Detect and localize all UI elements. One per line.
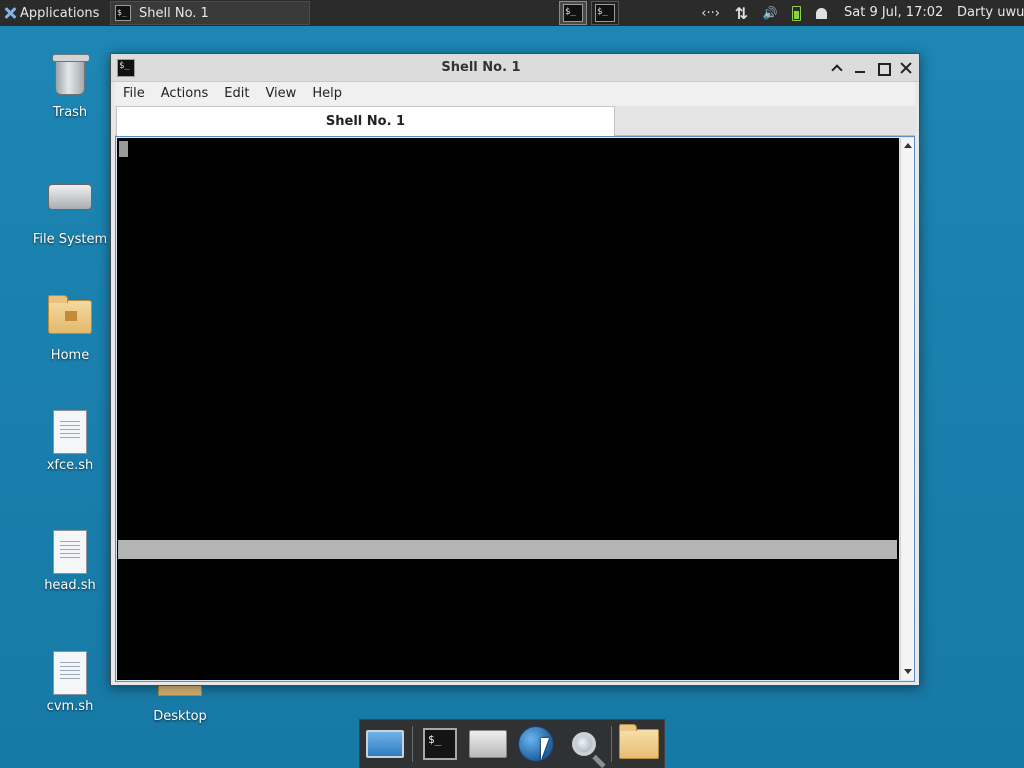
desktop-icon-label: Trash <box>52 105 88 120</box>
workspace-1[interactable]: $_ <box>559 1 587 25</box>
window-controls <box>830 54 913 82</box>
dock-terminal[interactable]: $_ <box>419 723 461 765</box>
network-icon[interactable]: ‹··› <box>701 6 720 21</box>
show-desktop-icon <box>366 730 404 758</box>
dock-folder[interactable] <box>618 723 660 765</box>
terminal-area <box>115 136 915 682</box>
search-icon <box>572 732 596 756</box>
desktop-icon-file-system[interactable]: File System <box>28 174 112 247</box>
volume-icon[interactable]: 🔊 <box>763 6 778 20</box>
text-cursor <box>119 141 128 157</box>
dock-search[interactable] <box>563 723 605 765</box>
taskbar-window-title: Shell No. 1 <box>139 5 209 21</box>
notification-bell-icon[interactable] <box>815 7 827 19</box>
vertical-scrollbar[interactable] <box>900 138 914 680</box>
terminal-window: $_ Shell No. 1 File Actions Edit View He… <box>110 53 920 686</box>
desktop-icon-head-sh[interactable]: head.sh <box>28 530 112 593</box>
applications-menu-button[interactable]: Applications <box>0 0 110 26</box>
transfer-icon[interactable]: ⇅ <box>735 4 748 23</box>
window-title: Shell No. 1 <box>441 60 521 75</box>
terminal-icon: $_ <box>595 4 615 22</box>
script-file-icon <box>53 651 87 695</box>
dock-separator <box>412 726 413 762</box>
dock-file-manager[interactable] <box>467 723 509 765</box>
tab-shell-1[interactable]: Shell No. 1 <box>116 106 615 136</box>
mouse-pointer-icon <box>541 738 549 760</box>
terminal-icon: $_ <box>563 4 583 22</box>
menu-file[interactable]: File <box>115 82 153 106</box>
desktop-icon-label: Home <box>50 348 90 363</box>
desktop-icon-xfce-sh[interactable]: xfce.sh <box>28 410 112 473</box>
taskbar-window-button[interactable]: $_ Shell No. 1 <box>110 1 310 25</box>
script-file-icon <box>53 530 87 574</box>
desktop-icon-home[interactable]: Home <box>28 294 112 363</box>
battery-icon[interactable] <box>792 5 802 21</box>
minimize-icon[interactable] <box>853 61 867 75</box>
dock-separator <box>611 726 612 762</box>
tab-bar: Shell No. 1 <box>115 106 915 136</box>
dock-web-browser[interactable] <box>515 723 557 765</box>
dock: $_ <box>359 719 665 768</box>
user-menu[interactable]: Darty uwu <box>957 0 1024 26</box>
terminal-screen[interactable] <box>117 138 899 680</box>
close-icon[interactable] <box>899 61 913 75</box>
top-panel: Applications $_ Shell No. 1 $_ $_ ‹··› ⇅… <box>0 0 1024 26</box>
desktop-icon-desktop[interactable]: Desktop <box>138 705 222 724</box>
scroll-down-arrow-icon[interactable] <box>903 667 913 677</box>
file-manager-icon <box>469 730 507 758</box>
applications-menu-label: Applications <box>20 5 100 21</box>
menu-view[interactable]: View <box>257 82 304 106</box>
desktop-icon-label: head.sh <box>44 578 96 593</box>
desktop-icon-label: File System <box>32 232 108 247</box>
menu-help[interactable]: Help <box>304 82 350 106</box>
system-tray: ‹··› ⇅ 🔊 <box>694 0 834 26</box>
scroll-up-arrow-icon[interactable] <box>903 141 913 151</box>
desktop-icon-label: Desktop <box>153 709 207 724</box>
desktop-icon-label: xfce.sh <box>46 458 94 473</box>
xfce-logo-icon <box>3 6 17 20</box>
desktop-icon-label: cvm.sh <box>46 699 94 714</box>
terminal-icon: $_ <box>423 728 457 760</box>
script-file-icon <box>53 410 87 454</box>
clock[interactable]: Sat 9 Jul, 17:02 <box>844 0 943 26</box>
drive-icon <box>48 184 92 210</box>
desktop-icon-cvm-sh[interactable]: cvm.sh <box>28 651 112 714</box>
home-folder-icon <box>48 295 92 334</box>
dock-show-desktop[interactable] <box>364 723 406 765</box>
shade-chevron-up-icon[interactable] <box>830 61 844 75</box>
highlighted-line <box>118 540 897 559</box>
terminal-icon: $_ <box>115 5 131 21</box>
workspace-2[interactable]: $_ <box>591 1 619 25</box>
trash-icon <box>52 54 90 95</box>
menu-actions[interactable]: Actions <box>153 82 217 106</box>
menu-edit[interactable]: Edit <box>216 82 257 106</box>
folder-icon <box>619 724 659 759</box>
window-titlebar[interactable]: $_ Shell No. 1 <box>111 54 919 82</box>
workspace-switcher: $_ $_ <box>556 0 658 26</box>
menu-bar: File Actions Edit View Help <box>115 82 915 106</box>
desktop-icon-trash[interactable]: Trash <box>28 54 112 120</box>
maximize-icon[interactable] <box>876 61 891 76</box>
